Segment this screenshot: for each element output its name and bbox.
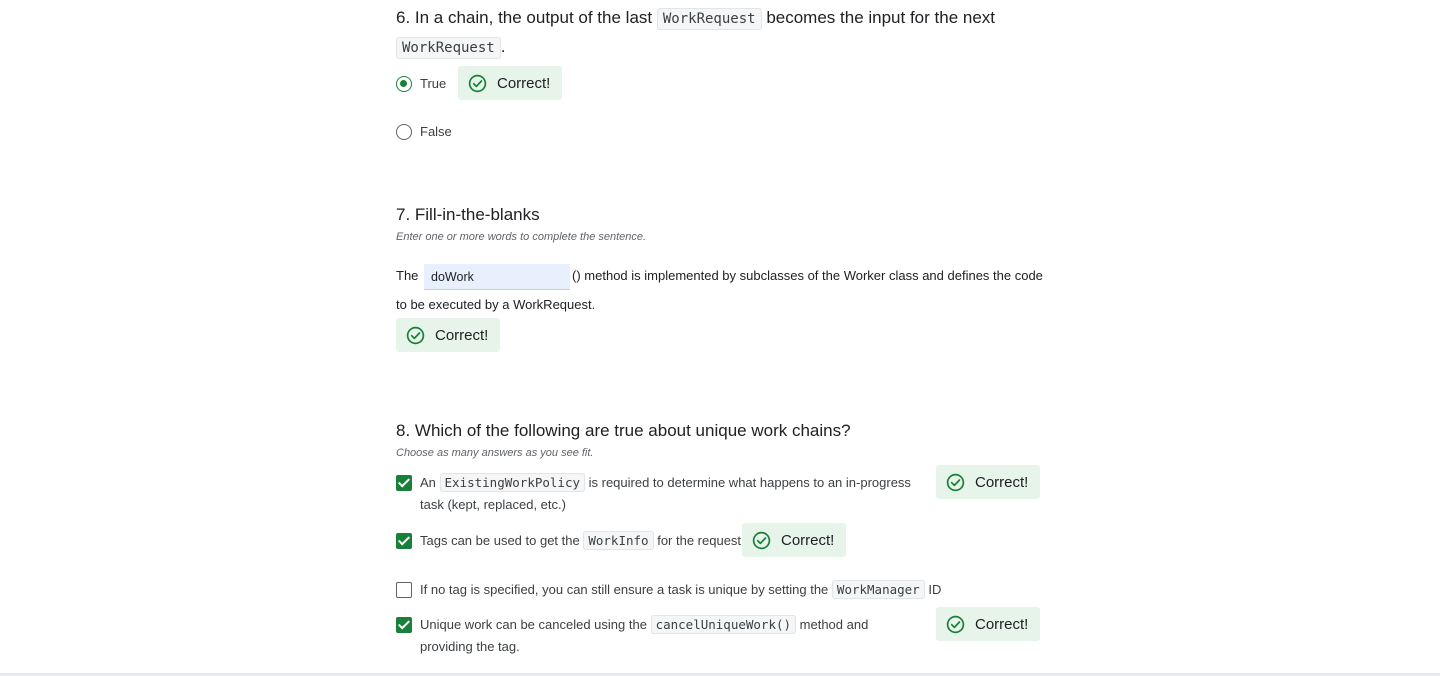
correct-text: Correct! [975,473,1029,491]
radio-true[interactable] [396,76,412,92]
option-existing-work-policy[interactable]: An ExistingWorkPolicy is required to det… [396,472,916,516]
question-6-title: 6. In a chain, the output of the last Wo… [396,4,1046,62]
question-8-hint: Choose as many answers as you see fit. [396,447,594,459]
code-workrequest: WorkRequest [656,8,762,30]
question-8: 8. Which of the following are true about… [396,417,1046,460]
checkbox-option-4[interactable] [396,617,412,633]
option-cancel-unique-work[interactable]: Unique work can be canceled using the ca… [396,614,921,658]
question-6-title-text: 6. In a chain, the output of the last [396,8,653,27]
question-8-title: 8. Which of the following are true about… [396,421,851,440]
check-circle-icon [406,326,425,344]
question-7: 7. Fill-in-the-blanks Enter one or more … [396,201,1046,244]
checkbox-option-1[interactable] [396,475,412,491]
option-text: Tags can be used to get the [420,533,580,548]
option-text: for the request. [657,533,745,548]
check-circle-icon [752,531,771,549]
question-7-hint: Enter one or more words to complete the … [396,231,647,243]
option-text: ID [928,582,942,597]
question-6-title-end: . [500,37,506,56]
correct-text: Correct! [781,531,835,549]
checkbox-option-3[interactable] [396,582,412,598]
option-label: An ExistingWorkPolicy is required to det… [420,472,916,516]
option-label: Unique work can be canceled using the ca… [420,614,921,658]
code-existingworkpolicy: ExistingWorkPolicy [439,473,585,492]
option-label: Tags can be used to get the WorkInfo for… [420,530,745,552]
check-circle-icon [468,74,487,92]
correct-badge: Correct! [458,66,563,100]
option-true[interactable]: True [396,73,446,95]
question-6-title-text-mid: becomes the input for the next [766,8,996,27]
correct-badge: Correct! [936,465,1041,499]
sentence-before: The [396,268,419,283]
radio-false[interactable] [396,124,412,140]
correct-text: Correct! [435,326,489,344]
check-circle-icon [946,473,965,491]
question-7-title: 7. Fill-in-the-blanks [396,205,540,224]
checkbox-option-2[interactable] [396,533,412,549]
correct-badge: Correct! [936,607,1041,641]
blank-input[interactable]: doWork [424,263,571,290]
correct-text: Correct! [497,74,551,92]
option-text: If no tag is specified, you can still en… [420,582,829,597]
question-6: 6. In a chain, the output of the last Wo… [396,4,1046,62]
option-label: True [420,76,447,91]
option-false[interactable]: False [396,121,452,143]
option-text: An [420,475,436,490]
code-workinfo: WorkInfo [583,531,654,550]
option-tags-workinfo[interactable]: Tags can be used to get the WorkInfo for… [396,530,745,552]
fill-sentence: The doWork() method is implemented by su… [396,261,1046,319]
check-circle-icon [946,615,965,633]
option-label: If no tag is specified, you can still en… [420,579,941,601]
code-workmanager: WorkManager [831,580,925,599]
code-canceluniquework: cancelUniqueWork() [650,615,797,634]
correct-badge: Correct! [396,318,501,352]
code-workrequest: WorkRequest [396,37,501,59]
option-text: Unique work can be canceled using the [420,617,647,632]
quiz-page: 6. In a chain, the output of the last Wo… [0,0,1440,676]
correct-text: Correct! [975,615,1029,633]
option-label: False [420,124,452,139]
correct-badge: Correct! [742,523,847,557]
option-workmanager-id[interactable]: If no tag is specified, you can still en… [396,579,941,601]
